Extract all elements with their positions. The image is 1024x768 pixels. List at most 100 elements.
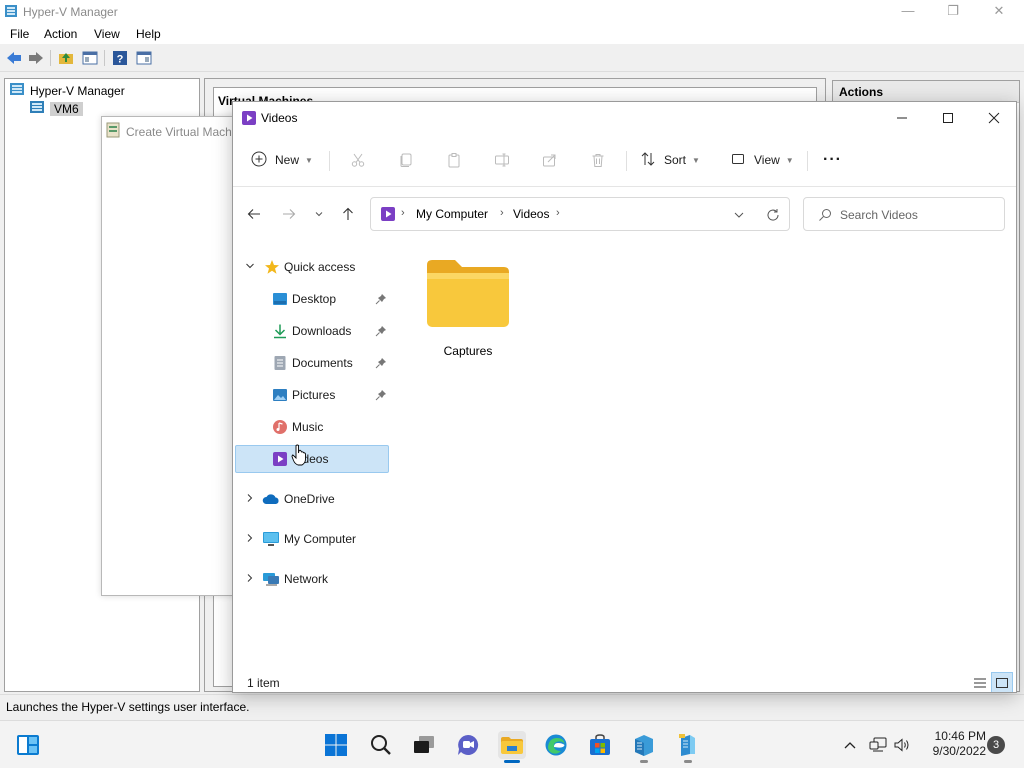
chevron-down-icon: ▼: [692, 155, 700, 165]
hyperv-minimize-button[interactable]: —: [885, 0, 931, 23]
back-arrow-icon[interactable]: [4, 49, 24, 67]
forward-arrow-icon[interactable]: [26, 49, 46, 67]
refresh-icon[interactable]: [766, 208, 780, 225]
sidebar-item-network[interactable]: Network: [235, 565, 389, 593]
hyperv-manager-taskbar-icon[interactable]: [630, 731, 658, 763]
delete-icon[interactable]: [588, 150, 608, 170]
expand-chevron-icon[interactable]: [245, 533, 255, 545]
up-arrow-icon[interactable]: [339, 205, 357, 223]
breadcrumb-videos[interactable]: Videos: [513, 207, 549, 221]
menu-file[interactable]: File: [10, 27, 29, 41]
sidebar-item-onedrive[interactable]: OneDrive: [235, 485, 389, 513]
taskbar: 10:46 PM 9/30/2022 3: [0, 720, 1024, 768]
recent-locations-chevron-icon[interactable]: [310, 205, 328, 223]
expand-chevron-icon[interactable]: [245, 261, 255, 273]
expand-chevron-icon[interactable]: [245, 493, 255, 505]
file-list-pane: Captures: [393, 247, 1016, 647]
sidebar-item-documents[interactable]: Documents: [235, 349, 389, 377]
address-bar[interactable]: › My Computer › Videos ›: [370, 197, 790, 231]
desktop-icon: [271, 290, 289, 308]
explorer-statusbar: 1 item: [233, 672, 1016, 692]
sidebar-item-downloads[interactable]: Downloads: [235, 317, 389, 345]
microsoft-store-icon[interactable]: [586, 731, 614, 759]
widgets-icon[interactable]: [14, 731, 42, 759]
pin-icon: [375, 293, 387, 308]
share-icon[interactable]: [540, 150, 560, 170]
show-hide-action-pane-icon[interactable]: [134, 49, 154, 67]
volume-speaker-icon[interactable]: [892, 735, 912, 755]
navigation-pane: Quick access Desktop Downloads Documents…: [233, 247, 393, 647]
folder-label: Captures: [443, 344, 493, 358]
minimize-button[interactable]: [879, 102, 925, 134]
sidebar-item-pictures[interactable]: Pictures: [235, 381, 389, 409]
show-hide-console-tree-icon[interactable]: [80, 49, 100, 67]
pin-icon: [375, 357, 387, 372]
sort-button[interactable]: Sort ▼: [640, 148, 700, 172]
search-input[interactable]: [840, 206, 990, 224]
up-folder-icon[interactable]: [56, 49, 76, 67]
edge-browser-icon[interactable]: [542, 731, 570, 759]
sort-label: Sort: [664, 153, 687, 167]
file-explorer-icon[interactable]: [498, 731, 526, 763]
wizard-titlebar[interactable]: Create Virtual Machi: [106, 122, 235, 141]
start-windows-icon[interactable]: [322, 731, 350, 759]
search-box[interactable]: [803, 197, 1005, 231]
search-icon[interactable]: [367, 731, 395, 759]
breadcrumb-separator-icon: ›: [556, 207, 560, 219]
close-button[interactable]: [971, 102, 1016, 134]
folder-icon: [425, 257, 511, 332]
tree-item-vm6[interactable]: VM6: [29, 100, 83, 117]
sidebar-item-my-computer[interactable]: My Computer: [235, 525, 389, 553]
new-button[interactable]: New ▼: [251, 148, 313, 172]
tree-item-hyperv-manager[interactable]: Hyper-V Manager: [9, 82, 125, 99]
sidebar-item-desktop[interactable]: Desktop: [235, 285, 389, 313]
address-history-chevron-icon[interactable]: [733, 209, 745, 224]
videos-icon: [241, 110, 257, 129]
file-explorer-window: Videos New ▼ Sort ▼ View ▼ ··· › My Comp…: [232, 101, 1017, 693]
notification-badge[interactable]: 3: [987, 736, 1005, 754]
maximize-button[interactable]: [925, 102, 971, 134]
onedrive-cloud-icon: [262, 490, 280, 508]
clock[interactable]: 10:46 PM 9/30/2022: [918, 729, 986, 759]
breadcrumb-my-computer[interactable]: My Computer: [416, 207, 488, 221]
menu-action[interactable]: Action: [44, 27, 77, 41]
explorer-command-bar: New ▼ Sort ▼ View ▼ ···: [233, 140, 1016, 180]
cut-icon[interactable]: [348, 150, 368, 170]
svg-text:?: ?: [117, 54, 124, 66]
see-more-button[interactable]: ···: [823, 148, 842, 172]
forward-arrow-icon[interactable]: [280, 205, 298, 223]
paste-icon[interactable]: [444, 150, 464, 170]
hyperv-title: Hyper-V Manager: [23, 5, 118, 19]
sidebar-item-music[interactable]: Music: [235, 413, 389, 441]
hyperv-titlebar[interactable]: Hyper-V Manager — ❐ ✕: [0, 0, 1024, 23]
menu-view[interactable]: View: [94, 27, 120, 41]
vmconnect-taskbar-icon[interactable]: [674, 731, 702, 763]
copy-icon[interactable]: [396, 150, 416, 170]
folder-item-captures[interactable]: Captures: [413, 257, 523, 367]
explorer-navigation-bar: › My Computer › Videos ›: [233, 196, 1016, 232]
menu-help[interactable]: Help: [136, 27, 161, 41]
sidebar-label: Pictures: [292, 388, 336, 402]
network-status-icon[interactable]: [868, 735, 888, 755]
help-icon[interactable]: ?: [110, 49, 130, 67]
rename-icon[interactable]: [492, 150, 512, 170]
show-hidden-icons-chevron-icon[interactable]: [842, 735, 858, 755]
tree-item-label: Hyper-V Manager: [30, 83, 125, 98]
sidebar-item-videos[interactable]: Videos: [235, 445, 389, 473]
wizard-title: Create Virtual Machi: [126, 124, 235, 139]
sidebar-item-quick-access[interactable]: Quick access: [235, 253, 389, 281]
explorer-titlebar[interactable]: Videos: [233, 102, 1016, 134]
view-button[interactable]: View ▼: [730, 148, 794, 172]
details-view-icon[interactable]: [969, 672, 991, 692]
task-view-icon[interactable]: [410, 731, 438, 759]
chat-icon[interactable]: [454, 731, 482, 759]
large-icons-view-icon[interactable]: [991, 672, 1013, 692]
clock-time: 10:46 PM: [934, 729, 986, 743]
expand-chevron-icon[interactable]: [245, 573, 255, 585]
sidebar-label: Quick access: [284, 260, 356, 274]
hyperv-close-button[interactable]: ✕: [976, 0, 1022, 23]
breadcrumb-separator-icon: ›: [401, 207, 405, 219]
back-arrow-icon[interactable]: [245, 205, 263, 223]
network-icon: [262, 570, 280, 588]
hyperv-maximize-button[interactable]: ❐: [930, 0, 976, 23]
